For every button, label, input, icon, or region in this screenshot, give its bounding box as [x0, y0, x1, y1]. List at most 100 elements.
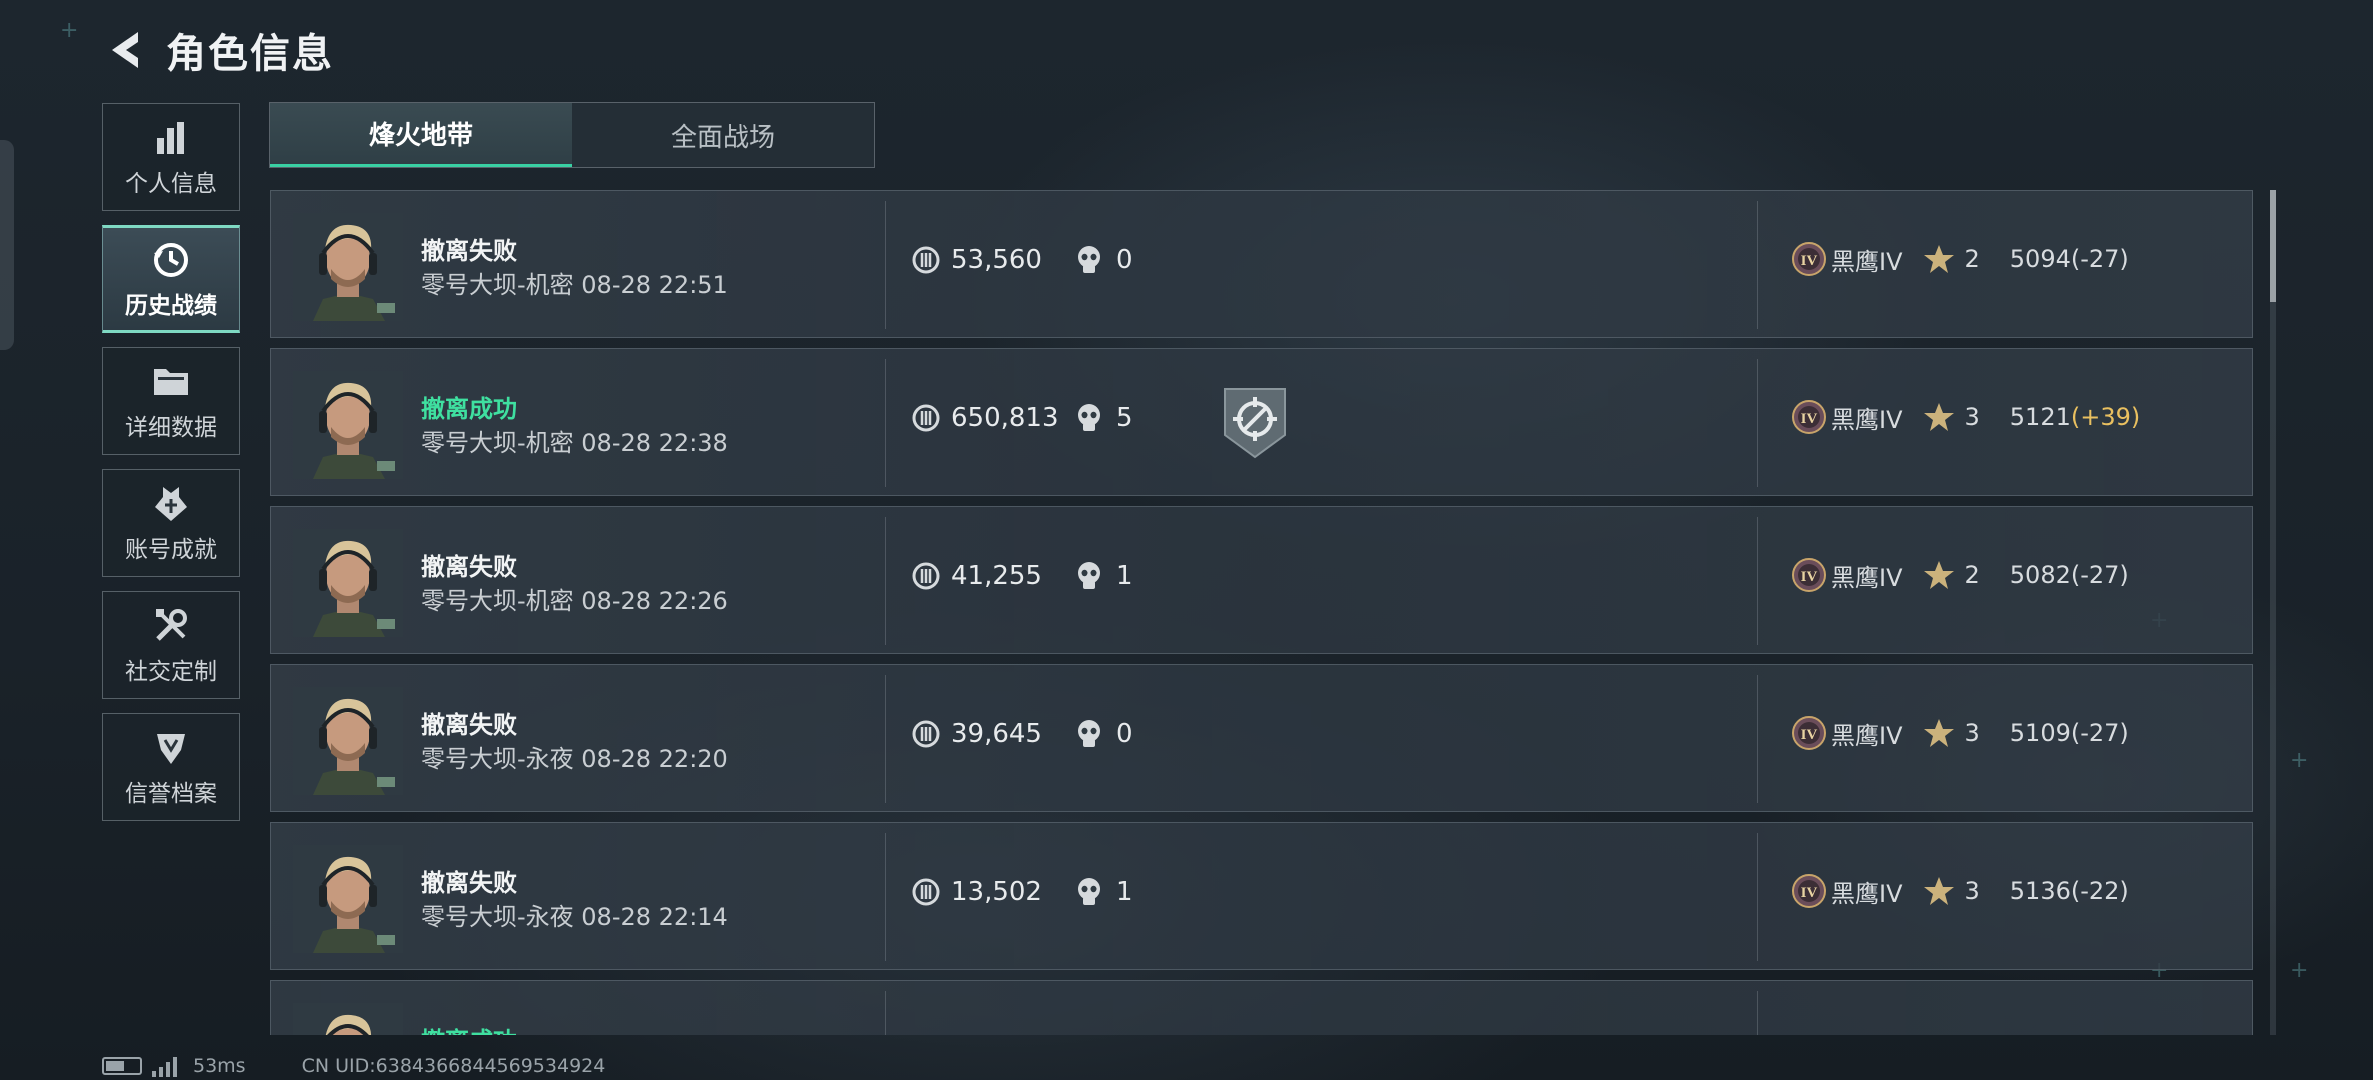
- operator-portrait-icon: [293, 529, 403, 637]
- operator-avatar: [293, 529, 403, 637]
- rank-badge-icon: IV: [1792, 558, 1826, 592]
- kill-count: 0: [1076, 245, 1133, 275]
- map-and-time: 零号大坝-永夜 08-28 22:14: [421, 903, 728, 931]
- extraction-status: 撤离失败: [421, 869, 517, 897]
- currency-icon: [912, 562, 940, 590]
- column-divider: [1757, 517, 1758, 645]
- match-record-row[interactable]: 撤离失败 零号大坝-机密 08-28 22:51 53,560 0 IV 黑鹰IV 2 509…: [270, 190, 2253, 338]
- column-divider: [885, 517, 886, 645]
- star-icon: [1923, 245, 1954, 273]
- rank-badge-icon: IV: [1792, 242, 1826, 276]
- match-record-row[interactable]: 撤离成功 零号大坝-机密 08-28 22:38 650,813 5 IV 黑鹰IV 3 51…: [270, 348, 2253, 496]
- back-button[interactable]: [100, 24, 152, 76]
- star-count: 3: [1964, 403, 1980, 431]
- operator-avatar: [293, 1003, 403, 1035]
- rank-score: 5136: [2009, 877, 2071, 905]
- score-delta: (+39): [2070, 403, 2141, 431]
- clock-history-icon: [152, 238, 190, 282]
- score-delta: (-27): [2070, 719, 2129, 747]
- kill-count-number: 1: [1116, 561, 1133, 591]
- loot-value: 13,502: [911, 877, 1042, 907]
- credit-shield-icon: [153, 726, 189, 770]
- column-divider: [885, 359, 886, 487]
- nav-item-credit-file[interactable]: 信誉档案: [102, 713, 240, 821]
- rank-name: 黑鹰IV: [1831, 721, 1903, 750]
- operator-portrait-icon: [293, 1003, 403, 1035]
- operator-avatar: [293, 845, 403, 953]
- nav-label: 历史战绩: [125, 293, 217, 319]
- nav-item-achievements[interactable]: 账号成就: [102, 469, 240, 577]
- svg-text:IV: IV: [1801, 569, 1818, 585]
- star-icon: [1923, 403, 1954, 431]
- nav-label: 账号成就: [125, 537, 217, 563]
- back-arrow-icon: [112, 32, 138, 68]
- app-root: + + + + + 角色信息 个人信息 历史战绩: [0, 0, 2373, 1080]
- kill-count-number: 5: [1116, 403, 1133, 433]
- tab-full-battlefield[interactable]: 全面战场: [572, 103, 874, 167]
- loot-value-number: 39,645: [951, 719, 1042, 749]
- column-divider: [885, 201, 886, 329]
- operator-portrait-icon: [293, 213, 403, 321]
- kill-skull-icon: [1078, 562, 1100, 589]
- match-record-row[interactable]: 撤离失败 零号大坝-机密 08-28 22:26 41,255 1 IV 黑鹰IV 2 508…: [270, 506, 2253, 654]
- match-history-list[interactable]: 撤离失败 零号大坝-机密 08-28 22:51 53,560 0 IV 黑鹰IV 2 509…: [270, 190, 2253, 1035]
- map-and-time: 零号大坝-机密 08-28 22:51: [421, 271, 728, 299]
- match-record-row[interactable]: 撤离失败 零号大坝-永夜 08-28 22:20 39,645 0 IV 黑鹰IV 3 510…: [270, 664, 2253, 812]
- signal-icon: [152, 1055, 177, 1077]
- kill-skull-icon: [1078, 720, 1100, 747]
- nav-item-detailed-data[interactable]: 详细数据: [102, 347, 240, 455]
- rank-badge-icon: IV: [1792, 400, 1826, 434]
- match-record-row[interactable]: 撤离失败 零号大坝-永夜 08-28 22:14 13,502 1 IV 黑鹰IV 3 513…: [270, 822, 2253, 970]
- edge-handle: [0, 140, 14, 350]
- star-count: 3: [1964, 719, 1980, 747]
- kill-skull-icon: [1078, 404, 1100, 431]
- rank-name: 黑鹰IV: [1831, 879, 1903, 908]
- decor-cross: +: [60, 18, 79, 43]
- kill-count: 5: [1076, 403, 1133, 433]
- page-title: 角色信息: [166, 31, 334, 77]
- decor-cross: +: [2290, 958, 2309, 983]
- scroll-thumb[interactable]: [2270, 190, 2276, 302]
- nav-label: 详细数据: [125, 415, 217, 441]
- mission-medal: [1221, 385, 1289, 463]
- svg-text:IV: IV: [1801, 885, 1818, 901]
- nav-item-history[interactable]: 历史战绩: [102, 225, 240, 333]
- column-divider: [1757, 991, 1758, 1035]
- rank-score: 5121: [2009, 403, 2071, 431]
- rank-name: 黑鹰IV: [1831, 563, 1903, 592]
- kill-count-number: 0: [1116, 719, 1133, 749]
- rank-score: 5109: [2009, 719, 2071, 747]
- extraction-status: 撤离成功: [421, 1021, 517, 1035]
- column-divider: [885, 991, 886, 1035]
- star-count: 2: [1964, 561, 1980, 589]
- loot-value: 41,255: [911, 561, 1042, 591]
- loot-value: 650,813: [911, 403, 1059, 433]
- folder-icon: [152, 360, 190, 404]
- rank-badge-icon: IV: [1792, 874, 1826, 908]
- kill-skull-icon: [1078, 878, 1100, 905]
- uid-text: CN UID:6384366844569534924: [301, 1055, 606, 1077]
- column-divider: [1757, 833, 1758, 961]
- currency-icon: [912, 878, 940, 906]
- star-icon: [1923, 719, 1954, 747]
- match-record-row[interactable]: 撤离成功: [270, 980, 2253, 1035]
- currency-icon: [912, 404, 940, 432]
- achievement-badge-icon: [153, 482, 189, 526]
- loot-value-number: 53,560: [951, 245, 1042, 275]
- svg-text:IV: IV: [1801, 727, 1818, 743]
- star-count: 2: [1964, 245, 1980, 273]
- extraction-status: 撤离失败: [421, 553, 517, 581]
- operator-avatar: [293, 213, 403, 321]
- nav-item-personal-info[interactable]: 个人信息: [102, 103, 240, 211]
- kill-count-number: 0: [1116, 245, 1133, 275]
- map-and-time: 零号大坝-永夜 08-28 22:20: [421, 745, 728, 773]
- scrollbar[interactable]: [2270, 190, 2276, 1035]
- tab-beacon-zone[interactable]: 烽火地带: [270, 103, 572, 167]
- battery-icon: [102, 1057, 142, 1075]
- operator-portrait-icon: [293, 687, 403, 795]
- nav-label: 个人信息: [125, 171, 217, 197]
- mission-medal-icon: [1224, 388, 1286, 459]
- score-delta: (-27): [2070, 245, 2129, 273]
- nav-item-social-custom[interactable]: 社交定制: [102, 591, 240, 699]
- kill-count: 0: [1076, 719, 1133, 749]
